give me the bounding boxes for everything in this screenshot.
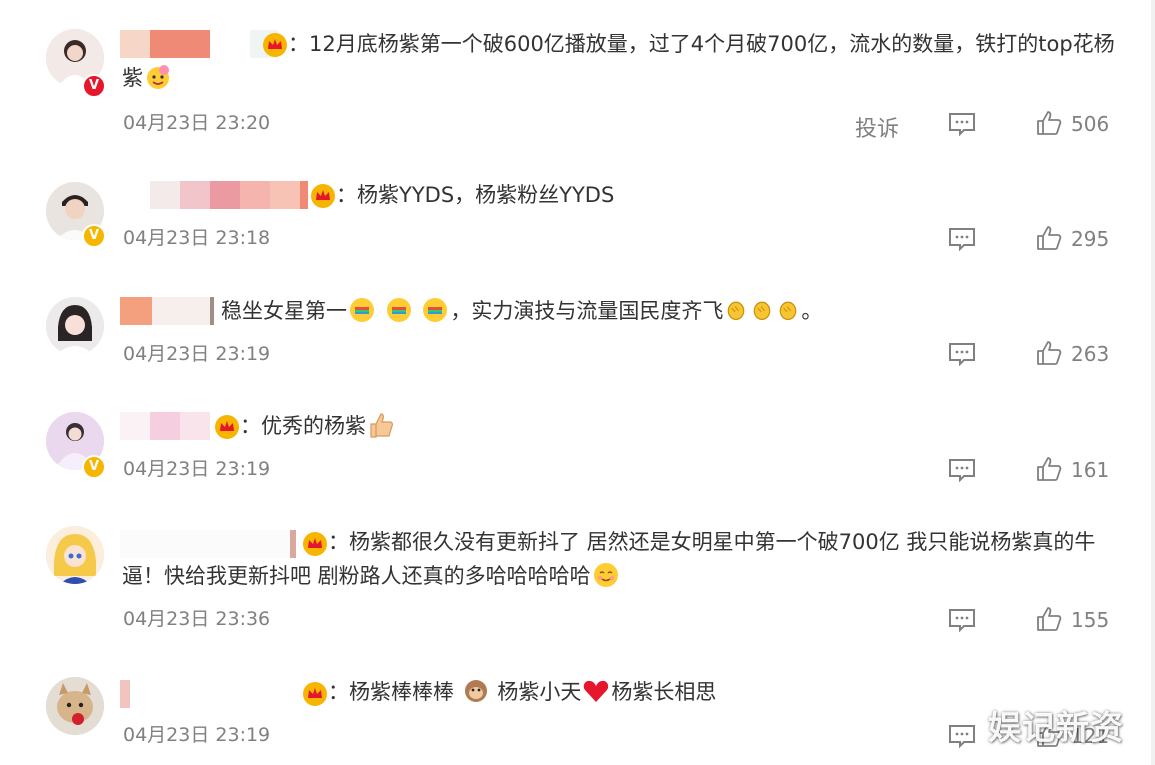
like-icon[interactable] [1036,340,1062,366]
verified-badge-icon: V [82,455,106,479]
avatar[interactable] [46,526,104,584]
crown-icon [215,415,239,439]
like-icon[interactable] [1036,456,1062,482]
username-redacted[interactable] [120,680,300,708]
smiling-face-emoji-icon [593,563,618,587]
timestamp: 04月23日 23:36 [123,608,271,630]
like-count: 263 [1071,342,1110,366]
heart-icon [584,680,609,702]
comment-icon[interactable] [948,608,976,632]
comment-icon[interactable] [948,342,976,366]
clapping-hands-emoji-icon [728,301,745,321]
avatar[interactable] [46,297,104,355]
monkey-emoji-icon [464,680,487,702]
timestamp: 04月23日 23:20 [123,112,271,134]
crown-icon [311,184,335,208]
like-count: 155 [1071,608,1110,632]
comment-icon[interactable] [948,112,976,136]
like-count: 506 [1071,112,1110,136]
emoji-icon [147,65,169,89]
comment-text: ：杨紫YYDS，杨紫粉丝YYDS [336,183,615,207]
comment-text: ：杨紫都很久没有更新抖了 居然还是女明星中第一个破700亿 我只能说杨紫真的牛逼… [122,530,1096,588]
clapping-hands-emoji-icon [780,301,797,321]
like-count: 161 [1071,458,1110,482]
timestamp: 04月23日 23:18 [123,227,271,249]
timestamp: 04月23日 23:19 [123,458,271,480]
username-redacted[interactable] [120,297,214,325]
like-icon[interactable] [1036,606,1062,632]
comment-icon[interactable] [948,724,976,748]
timestamp: 04月23日 23:19 [123,724,271,746]
page-edge [1151,0,1155,765]
rainbow-face-emoji-icon [423,298,448,322]
like-count: 295 [1071,227,1110,251]
comment-text: ：优秀的杨紫 [240,409,1115,443]
timestamp: 04月23日 23:19 [123,343,271,365]
like-icon[interactable] [1036,225,1062,251]
watermark: 娱记新资 [988,708,1124,747]
verified-badge-icon: V [82,74,106,98]
username-redacted[interactable] [120,412,210,440]
comment-text: 稳坐女星第一 ，实力演技与流量国民度齐飞。 [221,294,1115,328]
comment-icon[interactable] [948,458,976,482]
comment-icon[interactable] [948,227,976,251]
avatar[interactable] [46,677,104,735]
comment-text: ：12月底杨紫第一个破600亿播放量，过了4个月破700亿，流水的数量，铁打的t… [122,32,1115,90]
crown-icon [303,682,327,706]
rainbow-face-emoji-icon [386,298,411,322]
thumbs-up-emoji-icon [370,413,393,438]
clapping-hands-emoji-icon [754,301,771,321]
rainbow-face-emoji-icon [350,298,374,322]
verified-badge-icon: V [82,224,106,248]
username-redacted[interactable] [150,181,308,209]
report-button[interactable]: 投诉 [855,111,899,143]
like-icon[interactable] [1036,110,1062,136]
